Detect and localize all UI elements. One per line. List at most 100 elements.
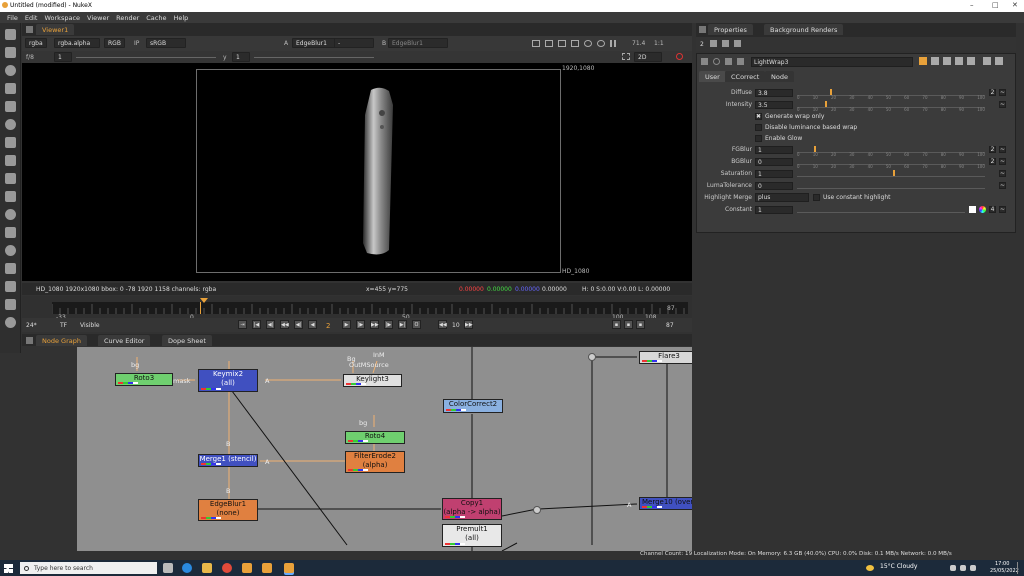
node-colorcorrect2[interactable]: ColorCorrect2 [443,399,503,413]
float-panel-icon[interactable] [737,58,744,65]
gain-slider[interactable] [76,57,216,58]
fgblur-split-button[interactable]: 2 [989,146,996,153]
tab-ccorrect[interactable]: CCorrect [725,71,766,82]
refresh-icon[interactable] [584,40,592,47]
flipbook-icon[interactable]: ▪ [612,320,621,329]
tab-node-graph[interactable]: Node Graph [36,335,87,346]
3d-tools-icon[interactable] [5,191,16,202]
pane-menu-icon[interactable] [26,26,33,33]
roi-icon[interactable] [532,40,540,47]
step-back-increment-button[interactable]: ◀◀ [280,320,289,329]
step-forward-increment-button[interactable]: ▶▶ [370,320,379,329]
node-roto4[interactable]: Roto4 [345,431,405,444]
filter-tools-icon[interactable] [5,119,16,130]
node-color-icon[interactable] [725,58,732,65]
visible-range-select[interactable]: Visible [80,322,100,329]
image-tools-icon[interactable] [5,29,16,40]
increment-back-button[interactable]: ◀◀ [438,320,447,329]
chrome-icon[interactable] [222,563,232,573]
taskbar-search[interactable]: Type here to search [20,562,157,574]
viewer-toggle-icon[interactable] [713,58,720,65]
zoom-select[interactable]: 71.4 [632,40,645,47]
fgblur-slider-handle[interactable] [814,146,816,152]
bgblur-anim-button[interactable]: ~ [999,158,1006,165]
region-icon[interactable] [622,53,630,60]
prev-keyframe-button[interactable]: ◀| [266,320,275,329]
task-view-icon[interactable] [163,563,173,573]
ip-button[interactable]: IP [134,40,139,47]
play-forward-button[interactable]: ▶ [342,320,351,329]
gain-field[interactable]: 1 [54,52,72,62]
disable-luminance-checkbox[interactable] [755,124,762,131]
node-edgeblur1[interactable]: EdgeBlur1 (none) [198,499,258,521]
diffuse-field[interactable]: 3.8 [755,89,793,97]
node-copy1[interactable]: Copy1 (alpha -> alpha) [442,498,502,520]
reset-icon[interactable] [931,57,939,65]
clipping-warning-icon[interactable] [558,40,566,47]
step-forward-button[interactable]: |▶ [356,320,365,329]
in-point-icon[interactable]: ⇥ [238,320,247,329]
help-icon[interactable] [967,57,975,65]
file-explorer-icon[interactable] [202,563,212,573]
increment-field[interactable]: 10 [452,322,460,329]
fstop-label[interactable]: f/8 [26,54,34,61]
display-channels-select[interactable]: RGB [104,38,125,48]
nuke-taskbar-icon-active[interactable] [284,563,294,573]
node-keylight3[interactable]: Keylight3 [343,374,402,387]
mask-overlay-icon[interactable] [571,40,579,47]
fgblur-anim-button[interactable]: ~ [999,146,1006,153]
node-merge10[interactable]: Merge10 (over) [639,497,692,510]
gpu-icon[interactable] [597,40,605,47]
collapse-icon[interactable] [701,58,708,65]
proxy-select[interactable]: 1:1 [654,40,664,47]
close-panel-icon[interactable] [995,57,1003,65]
lock-icon[interactable]: ▪ [636,320,645,329]
metadata-tools-icon[interactable] [5,227,16,238]
use-constant-checkbox[interactable] [813,194,820,201]
menu-file[interactable]: File [7,14,18,22]
constant-anim-button[interactable]: ~ [999,206,1006,213]
clear-panels-icon[interactable] [722,40,729,47]
constant-field[interactable]: 1 [755,206,793,214]
end-frame-field[interactable]: 87 [666,322,674,329]
diffuse-slider-handle[interactable] [830,89,832,95]
gamma-slider[interactable] [254,57,374,58]
tab-user[interactable]: User [699,71,726,82]
close-button[interactable]: ✕ [1012,1,1018,9]
redo-icon[interactable] [955,57,963,65]
playhead-marker[interactable] [200,298,208,303]
color-wheel-icon[interactable] [979,206,986,213]
tab-background-renders[interactable]: Background Renders [764,24,844,35]
clock-date[interactable]: 25/05/2022 [990,568,1019,574]
tab-viewer1[interactable]: Viewer1 [36,24,75,35]
color-tools-icon[interactable] [5,101,16,112]
tray-chevron-icon[interactable] [950,565,956,571]
generate-wrap-checkbox[interactable]: ✖ [755,113,762,120]
color-swatch[interactable] [969,206,976,213]
next-keyframe-button[interactable]: |▶ [384,320,393,329]
constant-slider[interactable] [797,206,965,213]
nuke-taskbar-icon[interactable] [242,563,252,573]
furnace-tools-icon[interactable] [5,299,16,310]
toolsets-icon[interactable] [5,263,16,274]
saturation-anim-button[interactable]: ~ [999,170,1006,177]
node-flare3[interactable]: Flare3 [639,351,692,364]
tab-properties[interactable]: Properties [708,24,753,35]
intensity-slider-handle[interactable] [825,101,827,107]
node-roto3[interactable]: Roto3 [115,373,173,386]
a-input-select[interactable]: EdgeBlur1 [292,38,340,48]
no-entry-icon[interactable] [676,53,683,60]
increment-forward-button[interactable]: ▶▶ [464,320,473,329]
highlight-merge-select[interactable]: plus [755,193,809,202]
timeline-scrubber[interactable] [52,298,688,314]
pane-menu-icon[interactable] [26,337,33,344]
saturation-field[interactable]: 1 [755,170,793,178]
pencil-icon[interactable] [734,40,741,47]
edge-browser-icon[interactable] [182,563,192,573]
node-premult1[interactable]: Premult1 (all) [442,524,502,547]
time-tools-icon[interactable] [5,65,16,76]
channel-tools-icon[interactable] [5,83,16,94]
transform-tools-icon[interactable] [5,173,16,184]
views-tools-icon[interactable] [5,209,16,220]
minimize-button[interactable]: – [970,1,974,9]
